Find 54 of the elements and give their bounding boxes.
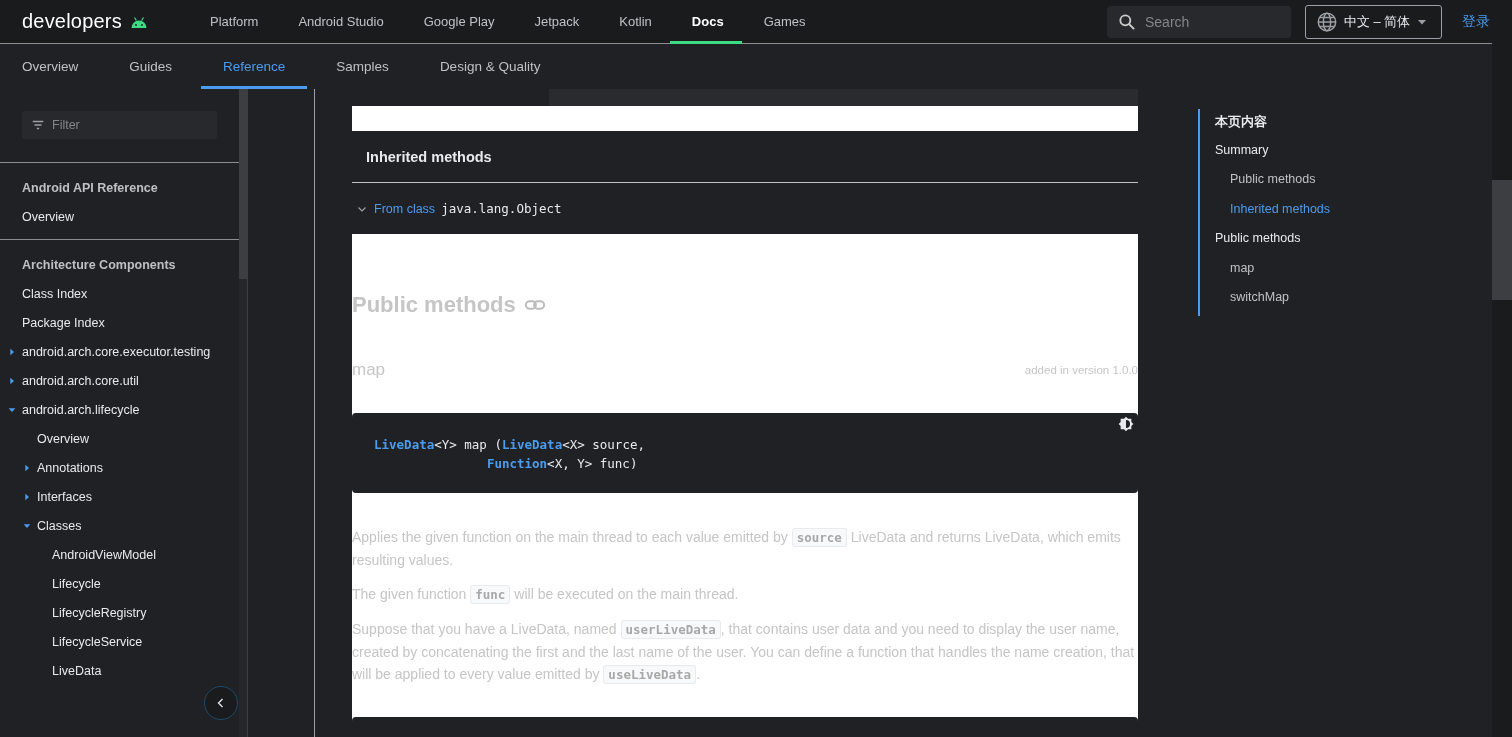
sidebar-item[interactable]: Class Index xyxy=(22,286,88,301)
sidebar-item[interactable]: LifecycleRegistry xyxy=(52,605,147,620)
sidebar-item[interactable]: Annotations xyxy=(37,460,104,475)
nav-tab[interactable]: Google Play xyxy=(401,0,513,44)
paragraph: Applies the given function on the main thread to each value emitted by source LiveData and returns LiveData, which emits resulting values. xyxy=(352,527,1122,570)
sub-tab[interactable]: Design & Quality xyxy=(417,44,563,89)
search-field[interactable]: Search xyxy=(1107,5,1291,38)
toc-link[interactable]: Inherited methods xyxy=(1200,194,1492,224)
sub-tab[interactable]: Samples xyxy=(314,44,411,89)
nav-tab[interactable]: Kotlin xyxy=(597,0,670,44)
sidebar-item[interactable]: Package Index xyxy=(22,315,105,330)
language-button[interactable]: 中文 – 简体 xyxy=(1305,4,1442,39)
section-heading: Public methods xyxy=(352,292,516,318)
toc-link[interactable]: Summary xyxy=(1200,135,1492,165)
paragraph: Suppose that you have a LiveData, named userLiveData , that contains user data and you need to display the user name, created by concatenating the first and the last name of the user. You can define a function that handles the name creation, that will be applied to every value emitted by useLiveData . xyxy=(352,619,1136,686)
logo-text[interactable]: developers xyxy=(22,10,122,33)
from-class-link[interactable]: From class xyxy=(374,201,436,216)
nav-tab[interactable]: Jetpack xyxy=(512,0,598,44)
paragraph: The given function func will be executed on the main thread. xyxy=(352,584,740,606)
sub-tab[interactable]: Overview xyxy=(0,44,101,89)
sidebar-item[interactable]: android.arch.core.util xyxy=(22,373,139,388)
sub-tab[interactable]: Guides xyxy=(107,44,195,89)
code-line: Function<X, Y> func) xyxy=(485,455,639,473)
toc-link[interactable]: Public methods xyxy=(1200,223,1492,253)
nav-tab[interactable]: Platform xyxy=(188,0,277,44)
nav-tab[interactable]: Android Studio xyxy=(276,0,402,44)
scrollbar[interactable] xyxy=(239,89,247,737)
nav-tab[interactable]: Games xyxy=(741,0,824,44)
sidebar-item[interactable]: android.arch.core.executor.testing xyxy=(22,344,211,359)
class-name: java.lang.Object xyxy=(441,201,562,216)
table-heading: Inherited methods xyxy=(352,131,1138,183)
sub-tab[interactable]: Reference xyxy=(201,44,308,89)
toc-link[interactable]: switchMap xyxy=(1200,282,1492,312)
sidebar-item[interactable]: LifecycleService xyxy=(52,634,143,649)
sidebar-item[interactable]: Classes xyxy=(37,518,82,533)
sidebar-item[interactable]: AndroidViewModel xyxy=(52,547,156,562)
section-title: Android API Reference xyxy=(21,180,159,197)
section-title: Architecture Components xyxy=(21,257,177,274)
sidebar-item[interactable]: LiveData xyxy=(52,663,102,678)
method-heading: map xyxy=(352,360,386,380)
sidebar-item[interactable]: Interfaces xyxy=(37,489,92,504)
sign-in-link[interactable]: 登录 xyxy=(1462,12,1492,31)
globe-icon xyxy=(1316,10,1338,33)
toc-link[interactable]: map xyxy=(1200,253,1492,283)
toc-link[interactable]: Public methods xyxy=(1200,164,1492,194)
version-note: added in version 1.0.0 xyxy=(1024,364,1138,376)
sidebar-item[interactable]: Overview xyxy=(37,431,90,446)
filter-field[interactable]: Filter xyxy=(22,111,218,139)
collapse-button[interactable] xyxy=(204,686,238,720)
sidebar-item[interactable]: android.arch.lifecycle xyxy=(22,402,140,417)
sidebar-item[interactable]: Overview xyxy=(22,209,75,224)
theme-toggle-icon xyxy=(1118,416,1134,432)
sidebar-item[interactable]: Lifecycle xyxy=(52,576,101,591)
code-line: LiveData<Y> map (LiveData<X> source, xyxy=(374,436,646,454)
